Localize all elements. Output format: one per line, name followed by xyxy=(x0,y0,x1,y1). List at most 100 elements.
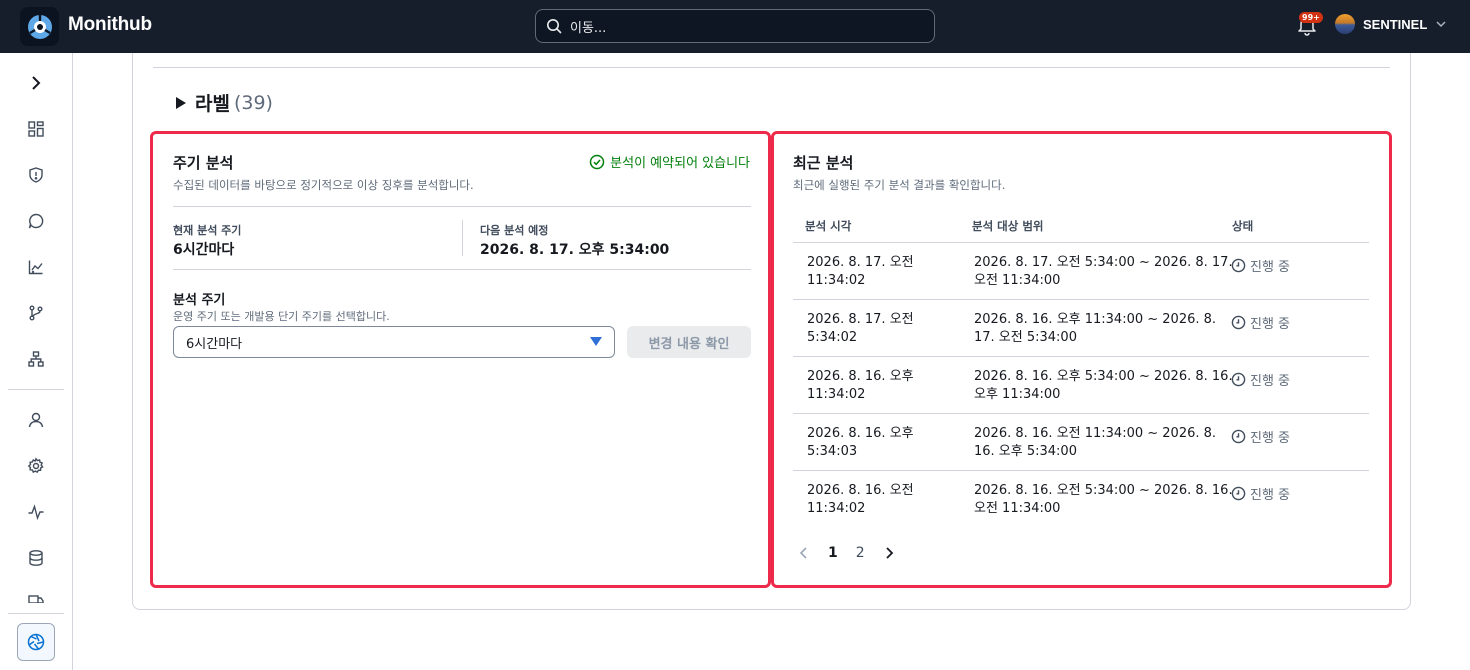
column-header-status[interactable]: 상태 xyxy=(1232,218,1253,234)
analysis-range-line1: 2026. 8. 16. 오후 11:34:00 ~ 2026. 8. xyxy=(974,312,1217,327)
chevron-left-icon[interactable] xyxy=(798,546,810,560)
notification-badge: 99+ xyxy=(1299,12,1323,23)
page-1-button[interactable]: 1 xyxy=(828,545,838,561)
status-text: 진행 중 xyxy=(1250,317,1291,332)
analysis-time-clock: 5:34:03 xyxy=(807,444,858,459)
search-input[interactable]: 이동... xyxy=(535,9,935,43)
analysis-range-line2: 오후 11:34:00 xyxy=(974,387,1061,402)
status-text: 진행 중 xyxy=(1250,374,1291,389)
analysis-time-clock: 11:34:02 xyxy=(807,501,866,516)
status-text: 진행 중 xyxy=(1250,260,1291,275)
current-interval-value: 6시간마다 xyxy=(173,242,235,258)
analysis-time-cell: 2026. 8. 16. 오후 11:34:02 xyxy=(807,368,914,404)
pagination: 1 2 xyxy=(798,545,895,561)
user-icon[interactable] xyxy=(24,408,48,432)
analysis-time-clock: 11:34:02 xyxy=(807,387,866,402)
periodic-analysis-panel: 주기 분석 수집된 데이터를 바탕으로 정기적으로 이상 징후를 분석합니다. … xyxy=(150,131,771,588)
user-menu[interactable]: SENTINEL xyxy=(1335,14,1447,34)
analysis-range-line1: 2026. 8. 16. 오후 5:34:00 ~ 2026. 8. 16. xyxy=(974,369,1233,384)
recent-analysis-panel: 최근 분석 최근에 실행된 주기 분석 결과를 확인합니다. 분석 시각 분석 … xyxy=(771,131,1392,588)
analysis-range-cell: 2026. 8. 16. 오전 5:34:00 ~ 2026. 8. 16. 오전… xyxy=(974,482,1233,518)
interval-select-value: 6시간마다 xyxy=(186,336,243,352)
chat-icon[interactable] xyxy=(24,209,48,233)
network-icon[interactable] xyxy=(24,347,48,371)
analysis-time-date: 2026. 8. 16. 오전 xyxy=(807,483,914,498)
status-badge: 진행 중 xyxy=(1231,370,1290,389)
caret-down-icon xyxy=(590,337,602,346)
user-name: SENTINEL xyxy=(1363,16,1428,32)
sidebar-divider xyxy=(8,389,64,390)
labels-section-toggle[interactable]: 라벨 (39) xyxy=(175,89,273,116)
expand-sidebar-icon[interactable] xyxy=(24,71,48,95)
status-badge: 진행 중 xyxy=(1231,427,1290,446)
table-row: 2026. 8. 17. 오전 11:34:02 2026. 8. 17. 오전 5… xyxy=(793,242,1369,299)
analysis-range-cell: 2026. 8. 16. 오후 11:34:00 ~ 2026. 8. 17. 오… xyxy=(974,311,1216,347)
analysis-time-cell: 2026. 8. 16. 오전 11:34:02 xyxy=(807,482,914,518)
analysis-range-line2: 오전 11:34:00 xyxy=(974,501,1061,516)
page-2-button[interactable]: 2 xyxy=(856,545,865,561)
analysis-time-clock: 11:34:02 xyxy=(807,273,866,288)
divider xyxy=(173,269,751,270)
activity-icon[interactable] xyxy=(24,500,48,524)
app-logo[interactable] xyxy=(20,7,59,46)
git-branch-icon[interactable] xyxy=(24,301,48,325)
section-divider xyxy=(153,67,1390,68)
clock-icon xyxy=(1231,372,1246,387)
dashboard-icon[interactable] xyxy=(24,117,48,141)
labels-section-title: 라벨 xyxy=(195,93,230,115)
table-row: 2026. 8. 17. 오전 5:34:02 2026. 8. 16. 오후 11… xyxy=(793,299,1369,356)
labels-section-count: (39) xyxy=(233,91,273,114)
chart-icon[interactable] xyxy=(24,255,48,279)
analysis-time-cell: 2026. 8. 17. 오전 11:34:02 xyxy=(807,254,914,290)
analysis-time-cell: 2026. 8. 16. 오후 5:34:03 xyxy=(807,425,914,461)
check-circle-icon xyxy=(589,154,605,169)
table-row: 2026. 8. 16. 오후 5:34:03 2026. 8. 16. 오전 11… xyxy=(793,413,1369,470)
analysis-range-line2: 오전 11:34:00 xyxy=(974,273,1061,288)
status-badge: 진행 중 xyxy=(1231,256,1290,275)
status-badge: 진행 중 xyxy=(1231,484,1290,503)
app-switcher-button[interactable] xyxy=(17,623,55,661)
analysis-time-date: 2026. 8. 16. 오후 xyxy=(807,426,914,441)
column-header-time[interactable]: 분석 시각 xyxy=(805,218,851,234)
analysis-range-line2: 16. 오후 5:34:00 xyxy=(974,444,1077,459)
interval-field-description: 운영 주기 또는 개발용 단기 주기를 선택합니다. xyxy=(173,310,390,323)
caret-right-icon xyxy=(176,96,186,109)
sidebar xyxy=(0,53,73,670)
brand-name: Monithub xyxy=(68,14,152,35)
sidebar-divider xyxy=(8,613,64,614)
interval-select[interactable]: 6시간마다 xyxy=(173,326,615,358)
chevron-right-icon[interactable] xyxy=(883,546,895,560)
interval-field-label: 분석 주기 xyxy=(173,293,226,308)
status-text: 진행 중 xyxy=(1250,431,1291,446)
chevron-down-icon xyxy=(1436,21,1446,28)
recent-analysis-description: 최근에 실행된 주기 분석 결과를 확인합니다. xyxy=(793,178,1006,192)
avatar xyxy=(1335,14,1355,34)
analysis-range-line1: 2026. 8. 17. 오전 5:34:00 ~ 2026. 8. 17. xyxy=(974,255,1233,270)
schedule-status-text: 분석이 예약되어 있습니다 xyxy=(610,156,750,171)
periodic-analysis-title: 주기 분석 xyxy=(173,154,234,172)
analysis-range-line2: 17. 오전 5:34:00 xyxy=(974,330,1077,345)
table-row: 2026. 8. 16. 오후 11:34:02 2026. 8. 16. 오후 5… xyxy=(793,356,1369,413)
clock-icon xyxy=(1231,486,1246,501)
aperture-icon xyxy=(27,633,45,651)
confirm-changes-button[interactable]: 변경 내용 확인 xyxy=(627,326,751,358)
clock-icon xyxy=(1231,258,1246,273)
gear-icon[interactable] xyxy=(24,454,48,478)
schedule-status: 분석이 예약되어 있습니다 xyxy=(589,152,750,171)
analysis-range-line1: 2026. 8. 16. 오전 5:34:00 ~ 2026. 8. 16. xyxy=(974,483,1233,498)
status-text: 진행 중 xyxy=(1250,488,1291,503)
analysis-time-date: 2026. 8. 17. 오전 xyxy=(807,312,914,327)
database-icon[interactable] xyxy=(24,546,48,570)
periodic-analysis-description: 수집된 데이터를 바탕으로 정기적으로 이상 징후를 분석합니다. xyxy=(173,178,474,192)
analysis-range-line1: 2026. 8. 16. 오전 11:34:00 ~ 2026. 8. xyxy=(974,426,1217,441)
table-row: 2026. 8. 16. 오전 11:34:02 2026. 8. 16. 오전 5… xyxy=(793,470,1369,527)
recent-analysis-title: 최근 분석 xyxy=(793,154,854,172)
analysis-range-cell: 2026. 8. 16. 오후 5:34:00 ~ 2026. 8. 16. 오후… xyxy=(974,368,1233,404)
divider xyxy=(173,206,751,207)
shield-icon[interactable] xyxy=(24,163,48,187)
column-header-range[interactable]: 분석 대상 범위 xyxy=(972,218,1044,234)
next-analysis-value: 2026. 8. 17. 오후 5:34:00 xyxy=(480,242,670,258)
analysis-time-date: 2026. 8. 17. 오전 xyxy=(807,255,914,270)
truck-icon[interactable] xyxy=(24,591,48,603)
analysis-time-date: 2026. 8. 16. 오후 xyxy=(807,369,914,384)
